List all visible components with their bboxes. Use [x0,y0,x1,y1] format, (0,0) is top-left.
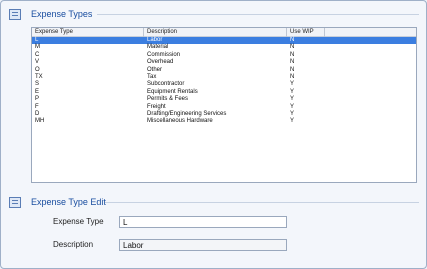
expense-type-edit-title: Expense Type Edit [31,197,106,207]
cell-description: Overhead [147,59,174,66]
cell-use-wip: Y [290,96,295,103]
cell-use-wip: N [290,66,295,73]
cell-description: Material [147,44,169,51]
cell-description: Commission [147,51,181,58]
cell-expense-type: P [35,96,40,103]
table-row[interactable]: L Labor N [32,37,416,45]
section-divider [105,202,419,203]
column-header-expense-type[interactable]: Expense Type [32,28,144,37]
cell-description: Permits & Fees [147,96,189,103]
table-row[interactable]: O Other N [32,67,416,74]
cell-description: Miscellaneous Hardware [147,118,213,125]
cell-expense-type: M [35,44,40,51]
cell-use-wip: N [290,59,295,66]
cell-use-wip: N [290,73,295,80]
cell-use-wip: Y [290,103,295,110]
expense-type-edit-header: Expense Type Edit [9,195,106,209]
expense-types-title: Expense Types [31,9,93,19]
description-label: Description [53,240,94,249]
cell-use-wip: Y [290,118,295,125]
description-input[interactable] [119,239,287,251]
table-row[interactable]: P Permits & Fees Y [32,96,416,103]
cell-use-wip: Y [290,110,295,117]
expense-types-header: Expense Types [9,7,92,21]
cell-expense-type: D [35,110,40,117]
table-row[interactable]: F Freight Y [32,104,416,111]
cell-use-wip: N [290,37,295,43]
grid-rows: L Labor N M Material N C Commission N V Overhead N O… [32,37,416,126]
cell-description: Subcontractor [147,81,185,88]
table-row[interactable]: M Material N [32,44,416,51]
cell-use-wip: Y [290,88,295,95]
cell-expense-type: O [35,66,40,73]
cell-description: Freight [147,103,166,110]
cell-expense-type: TX [35,73,43,80]
column-header-description[interactable]: Description [144,28,287,37]
cell-use-wip: N [290,51,295,58]
cell-expense-type: S [35,81,40,88]
table-row[interactable]: V Overhead N [32,59,416,66]
window-frame: Expense Types Expense Type Description U… [0,0,427,269]
cell-expense-type: E [35,88,40,95]
cell-expense-type: F [35,103,39,110]
cell-description: Other [147,66,163,73]
table-row[interactable]: MH Miscellaneous Hardware Y [32,118,416,125]
table-row[interactable]: E Equipment Rentals Y [32,89,416,96]
column-header-use-wip[interactable]: Use WIP [287,28,325,37]
cell-description: Labor [147,37,163,43]
cell-use-wip: N [290,44,295,51]
cell-description: Drafting/Engineering Services [147,110,227,117]
section-divider [97,14,419,15]
expense-type-label: Expense Type [53,217,104,226]
cell-expense-type: V [35,59,40,66]
cell-use-wip: Y [290,81,295,88]
expense-types-grid[interactable]: Expense Type Description Use WIP L Labor N… [31,27,417,183]
grid-header: Expense Type Description Use WIP [32,28,416,37]
grid-icon [9,8,21,20]
table-row[interactable]: TX Tax N [32,74,416,81]
cell-description: Tax [147,73,157,80]
cell-expense-type: C [35,51,40,58]
expense-type-input[interactable] [119,216,287,228]
table-row[interactable]: D Drafting/Engineering Services Y [32,111,416,118]
table-row[interactable]: S Subcontractor Y [32,81,416,88]
cell-expense-type: L [35,37,39,43]
table-row[interactable]: C Commission N [32,52,416,59]
edit-form-icon [9,196,21,208]
cell-expense-type: MH [35,118,45,125]
cell-description: Equipment Rentals [147,88,198,95]
